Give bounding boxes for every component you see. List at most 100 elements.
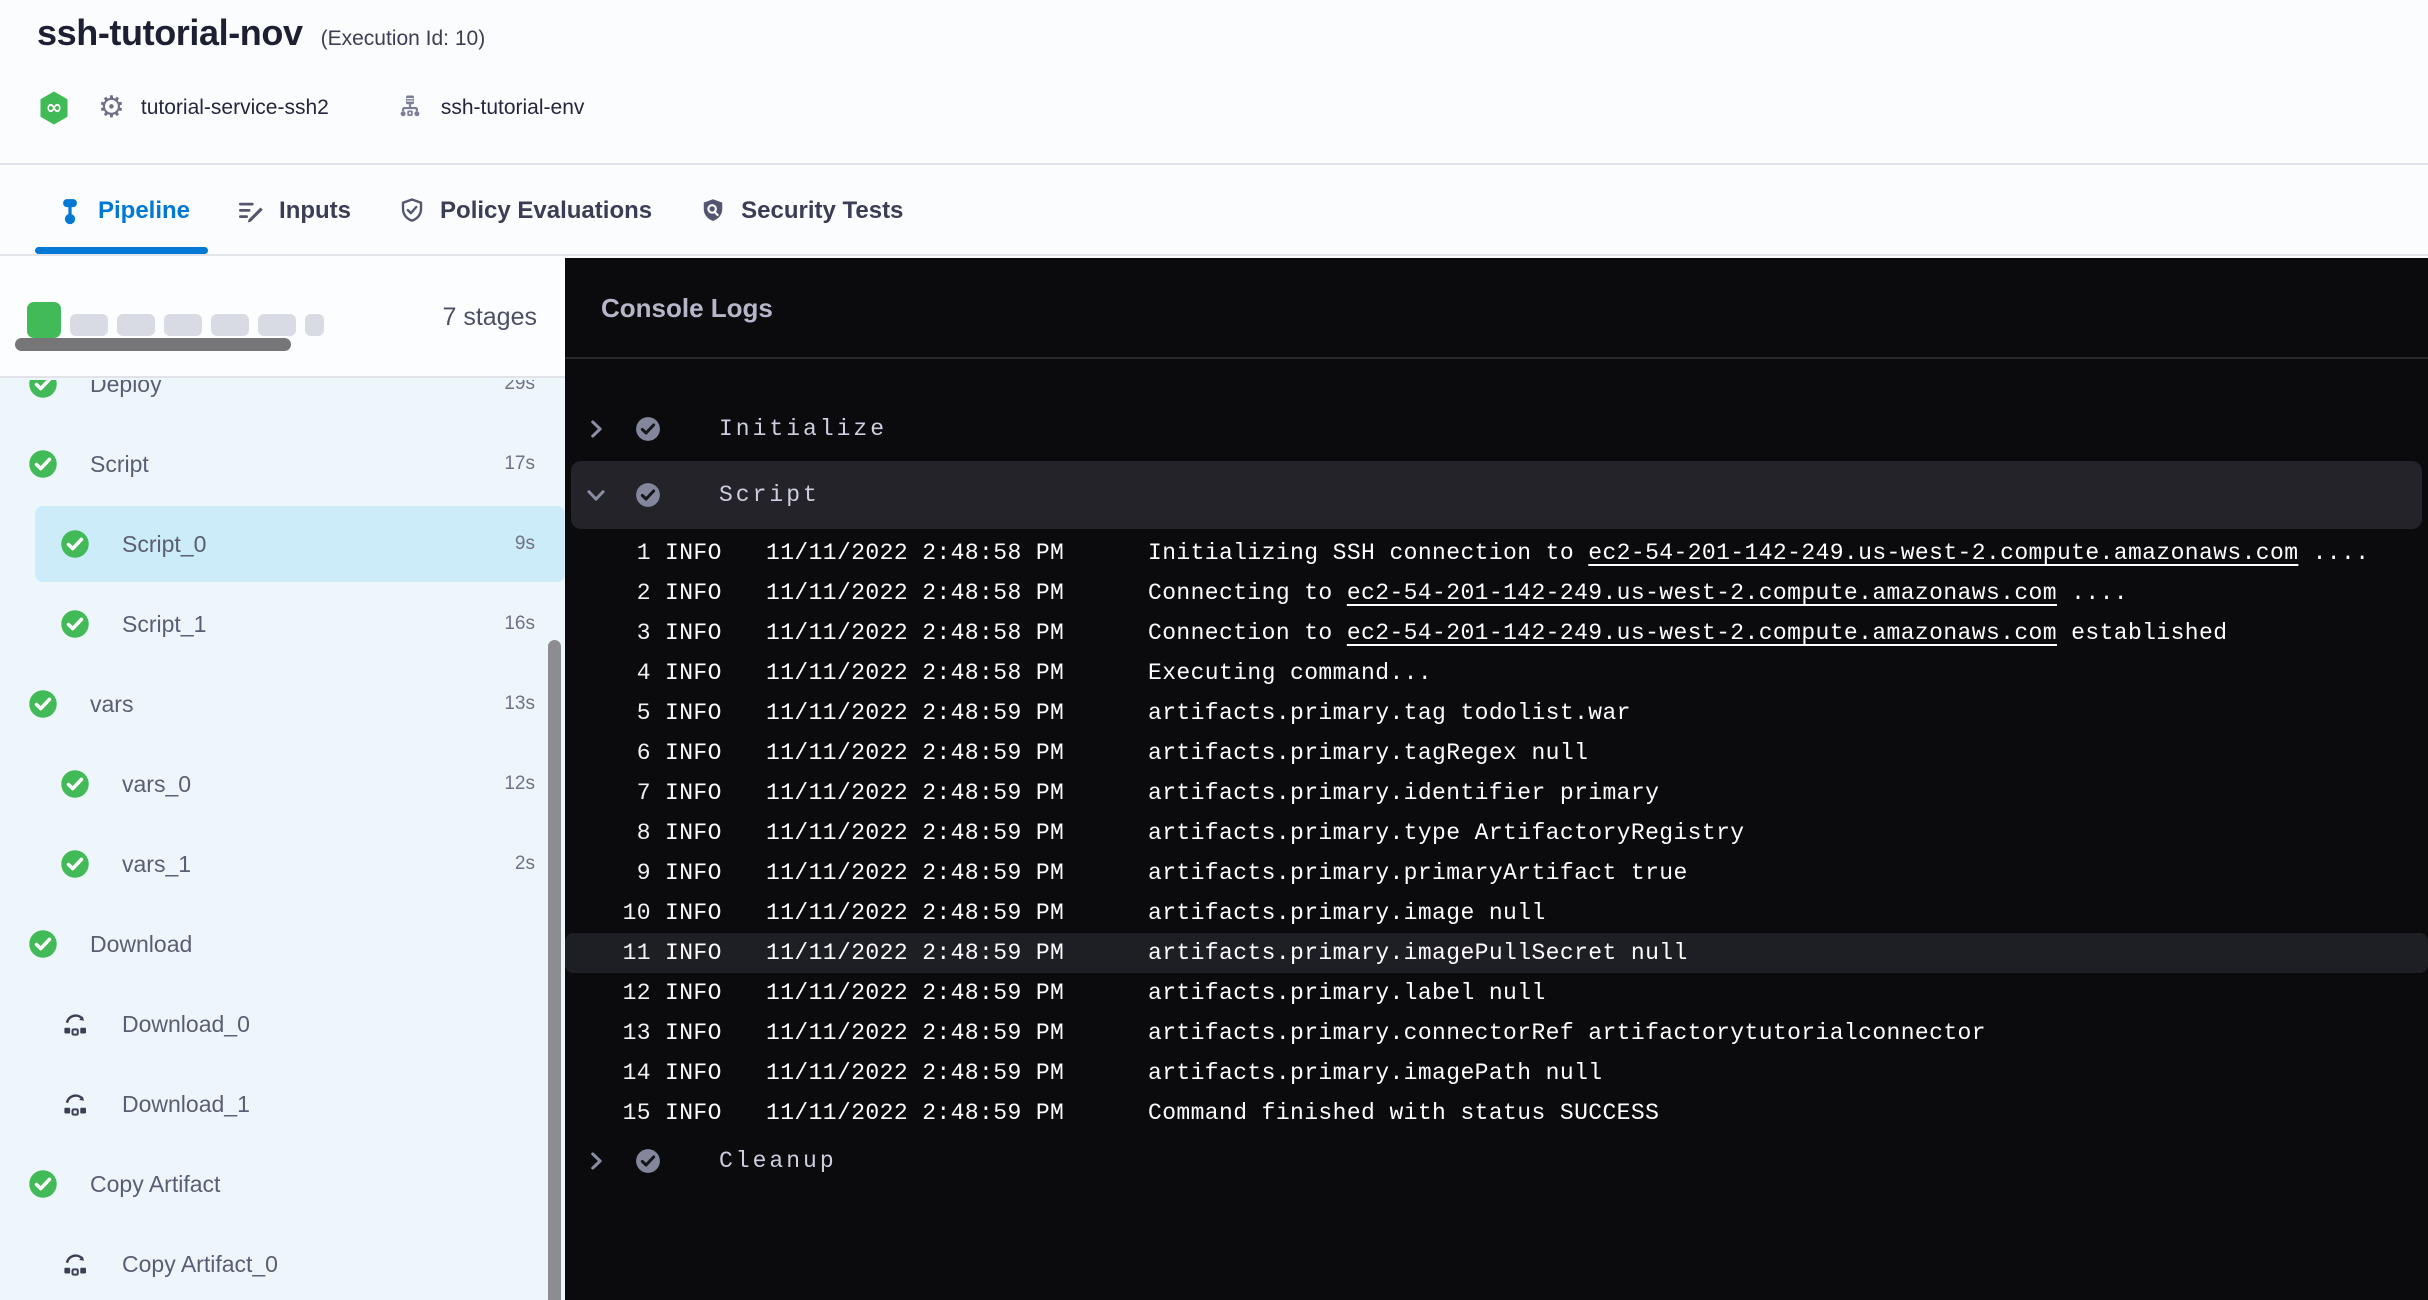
vertical-scrollbar[interactable] xyxy=(548,640,561,1300)
log-line-14[interactable]: 14INFO11/11/2022 2:48:59 PMartifacts.pri… xyxy=(565,1053,2428,1093)
content: 7 stages Deploy29sScript17sScript_09sScr… xyxy=(0,258,2428,1300)
stage-row-script[interactable]: Script17s xyxy=(0,424,565,504)
log-line-9[interactable]: 9INFO11/11/2022 2:48:59 PMartifacts.prim… xyxy=(565,853,2428,893)
stage-label: vars xyxy=(90,691,133,718)
stage-row-download-1[interactable]: Download_1 xyxy=(0,1064,565,1144)
log-line-8[interactable]: 8INFO11/11/2022 2:48:59 PMartifacts.prim… xyxy=(565,813,2428,853)
log-section-script[interactable]: Script xyxy=(571,461,2422,529)
horizontal-scrollbar[interactable] xyxy=(15,338,291,351)
log-timestamp: 11/11/2022 2:48:59 PM xyxy=(766,980,1148,1006)
tabs: Pipeline Inputs Policy Evaluations Security… xyxy=(55,167,903,254)
log-text: artifacts.primary.tagRegex null xyxy=(1148,740,1588,766)
stage-label: vars_0 xyxy=(122,771,191,798)
log-text: .... xyxy=(2057,580,2128,606)
log-level: INFO xyxy=(665,1020,766,1046)
log-text: .... xyxy=(2298,540,2369,566)
success-check-icon xyxy=(28,449,58,479)
log-level: INFO xyxy=(665,820,766,846)
log-text: artifacts.primary.tag todolist.war xyxy=(1148,700,1631,726)
chevron-down-icon[interactable] xyxy=(583,482,609,508)
log-level: INFO xyxy=(665,580,766,606)
log-line-3[interactable]: 3INFO11/11/2022 2:48:58 PMConnection to … xyxy=(565,613,2428,653)
success-check-icon xyxy=(28,1169,58,1199)
success-check-icon xyxy=(28,929,58,959)
log-level: INFO xyxy=(665,540,766,566)
log-text: artifacts.primary.imagePath null xyxy=(1148,1060,1602,1086)
log-line-number: 6 xyxy=(565,740,651,766)
stage-list: Deploy29sScript17sScript_09sScript_116sv… xyxy=(0,380,565,1300)
log-line-number: 11 xyxy=(565,940,651,966)
log-line-number: 8 xyxy=(565,820,651,846)
log-text: Command finished with status SUCCESS xyxy=(1148,1100,1659,1126)
service-name[interactable]: tutorial-service-ssh2 xyxy=(141,96,329,120)
log-line-12[interactable]: 12INFO11/11/2022 2:48:59 PMartifacts.pri… xyxy=(565,973,2428,1013)
log-line-7[interactable]: 7INFO11/11/2022 2:48:59 PMartifacts.prim… xyxy=(565,773,2428,813)
progress-square-done xyxy=(27,302,61,338)
log-message: Connecting to ec2-54-201-142-249.us-west… xyxy=(1148,580,2428,606)
log-line-1[interactable]: 1INFO11/11/2022 2:48:58 PMInitializing S… xyxy=(565,533,2428,573)
log-line-15[interactable]: 15INFO11/11/2022 2:48:59 PMCommand finis… xyxy=(565,1093,2428,1133)
log-message: Executing command... xyxy=(1148,660,2428,686)
log-level: INFO xyxy=(665,620,766,646)
stage-row-deploy[interactable]: Deploy29s xyxy=(0,380,565,424)
stage-label: Download xyxy=(90,931,192,958)
tab-security-tests[interactable]: Security Tests xyxy=(698,167,903,254)
stage-duration: 13s xyxy=(504,693,535,715)
tab-label: Security Tests xyxy=(741,197,903,225)
log-line-5[interactable]: 5INFO11/11/2022 2:48:59 PMartifacts.prim… xyxy=(565,693,2428,733)
log-level: INFO xyxy=(665,980,766,1006)
cd-module-icon: ∞ xyxy=(36,89,72,127)
log-timestamp: 11/11/2022 2:48:58 PM xyxy=(766,660,1148,686)
log-line-10[interactable]: 10INFO11/11/2022 2:48:59 PMartifacts.pri… xyxy=(565,893,2428,933)
tab-bar: Pipeline Inputs Policy Evaluations Security… xyxy=(0,167,2428,256)
tab-policy-evaluations[interactable]: Policy Evaluations xyxy=(397,167,652,254)
stage-row-copy-artifact-0[interactable]: Copy Artifact_0 xyxy=(0,1224,565,1300)
svg-text:∞: ∞ xyxy=(46,95,63,119)
log-message: artifacts.primary.tag todolist.war xyxy=(1148,700,2428,726)
section-success-icon xyxy=(635,1148,661,1174)
section-label: Cleanup xyxy=(719,1148,837,1174)
log-line-2[interactable]: 2INFO11/11/2022 2:48:58 PMConnecting to … xyxy=(565,573,2428,613)
progress-square-pending xyxy=(211,314,249,336)
tab-inputs[interactable]: Inputs xyxy=(236,167,351,254)
stage-label: Script_1 xyxy=(122,611,206,638)
log-text: Connection to xyxy=(1148,620,1347,646)
stage-row-vars[interactable]: vars 13s xyxy=(0,664,565,744)
stage-row-vars-0[interactable]: vars_012s xyxy=(0,744,565,824)
log-line-number: 4 xyxy=(565,660,651,686)
stage-row-script-1[interactable]: Script_116s xyxy=(0,584,565,664)
hostname-link[interactable]: ec2-54-201-142-249.us-west-2.compute.ama… xyxy=(1347,620,2057,646)
chevron-right-icon[interactable] xyxy=(583,416,609,442)
log-line-4[interactable]: 4INFO11/11/2022 2:48:58 PMExecuting comm… xyxy=(565,653,2428,693)
section-success-icon xyxy=(635,416,661,442)
log-timestamp: 11/11/2022 2:48:58 PM xyxy=(766,620,1148,646)
environment-name[interactable]: ssh-tutorial-env xyxy=(441,96,585,120)
log-section-initialize[interactable]: Initialize xyxy=(565,401,2428,457)
log-line-6[interactable]: 6INFO11/11/2022 2:48:59 PMartifacts.prim… xyxy=(565,733,2428,773)
stage-row-vars-1[interactable]: vars_12s xyxy=(0,824,565,904)
log-line-11[interactable]: 11INFO11/11/2022 2:48:59 PMartifacts.pri… xyxy=(565,933,2428,973)
log-message: artifacts.primary.type ArtifactoryRegist… xyxy=(1148,820,2428,846)
stage-duration: 9s xyxy=(515,533,535,555)
hostname-link[interactable]: ec2-54-201-142-249.us-west-2.compute.ama… xyxy=(1588,540,2298,566)
stage-row-download[interactable]: Download xyxy=(0,904,565,984)
hostname-link[interactable]: ec2-54-201-142-249.us-west-2.compute.ama… xyxy=(1347,580,2057,606)
log-timestamp: 11/11/2022 2:48:59 PM xyxy=(766,900,1148,926)
log-level: INFO xyxy=(665,700,766,726)
log-section-cleanup[interactable]: Cleanup xyxy=(565,1133,2428,1189)
success-check-icon xyxy=(28,380,58,399)
stage-label: Copy Artifact_0 xyxy=(122,1251,278,1278)
log-timestamp: 11/11/2022 2:48:59 PM xyxy=(766,940,1148,966)
stage-label: Deploy xyxy=(90,380,162,398)
log-timestamp: 11/11/2022 2:48:59 PM xyxy=(766,700,1148,726)
log-line-13[interactable]: 13INFO11/11/2022 2:48:59 PMartifacts.pri… xyxy=(565,1013,2428,1053)
log-line-number: 3 xyxy=(565,620,651,646)
log-level: INFO xyxy=(665,740,766,766)
log-timestamp: 11/11/2022 2:48:59 PM xyxy=(766,1100,1148,1126)
tab-pipeline[interactable]: Pipeline xyxy=(55,167,190,254)
log-level: INFO xyxy=(665,780,766,806)
chevron-right-icon[interactable] xyxy=(583,1148,609,1174)
stage-row-download-0[interactable]: Download_0 xyxy=(0,984,565,1064)
stage-row-copy-artifact[interactable]: Copy Artifact xyxy=(0,1144,565,1224)
stage-row-script-0[interactable]: Script_09s xyxy=(0,504,565,584)
